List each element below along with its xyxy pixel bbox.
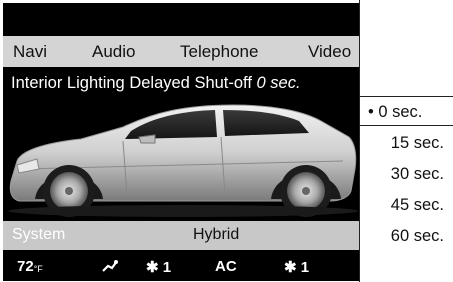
car-illustration — [3, 99, 359, 221]
fan-left[interactable]: ✱ 1 — [146, 258, 171, 276]
airflow-icon-graphic — [102, 260, 118, 272]
car-image — [8, 104, 358, 217]
airflow-icon[interactable] — [100, 258, 120, 278]
option-45[interactable]: 45 sec. — [360, 190, 453, 220]
bottom-menu-bar: System Hybrid — [3, 221, 359, 250]
menu-hybrid[interactable]: Hybrid — [193, 226, 239, 244]
menu-navi[interactable]: Navi — [13, 42, 47, 62]
top-band — [3, 3, 359, 36]
main-menu-bar: Navi Audio Telephone Video — [3, 36, 359, 67]
menu-audio[interactable]: Audio — [92, 42, 135, 62]
menu-system[interactable]: System — [12, 226, 65, 244]
radio-dot-icon: • — [368, 103, 374, 121]
delay-options-list: • 0 sec. 15 sec. 30 sec. 45 sec. 60 sec. — [359, 0, 453, 282]
main-display: Navi Audio Telephone Video Interior Ligh… — [3, 3, 359, 281]
option-60[interactable]: 60 sec. — [360, 221, 453, 251]
option-selected-label: 0 sec. — [378, 103, 423, 121]
setting-label: Interior Lighting Delayed Shut-off — [11, 74, 252, 92]
menu-telephone[interactable]: Telephone — [180, 42, 258, 62]
fan-right[interactable]: ✱ 1 — [284, 258, 309, 276]
temperature-unit: °F — [33, 264, 43, 274]
head-unit-screen: Navi Audio Telephone Video Interior Ligh… — [0, 0, 453, 282]
temperature-readout[interactable]: 72°F — [17, 258, 43, 275]
setting-value: 0 sec. — [256, 74, 301, 92]
climate-status-bar: 72°F ✱ 1 AC ✱ 1 — [3, 250, 359, 281]
fan-icon: ✱ — [146, 259, 159, 276]
option-30[interactable]: 30 sec. — [360, 159, 453, 189]
option-15[interactable]: 15 sec. — [360, 128, 453, 158]
setting-title: Interior Lighting Delayed Shut-off 0 sec… — [3, 67, 359, 99]
fan-right-level: 1 — [300, 259, 310, 276]
fan-left-level: 1 — [162, 259, 172, 276]
option-selected[interactable]: • 0 sec. — [360, 96, 453, 126]
fan-icon: ✱ — [284, 259, 297, 276]
ac-toggle[interactable]: AC — [215, 258, 237, 275]
temperature-value: 72 — [17, 258, 34, 275]
menu-video[interactable]: Video — [308, 42, 351, 62]
